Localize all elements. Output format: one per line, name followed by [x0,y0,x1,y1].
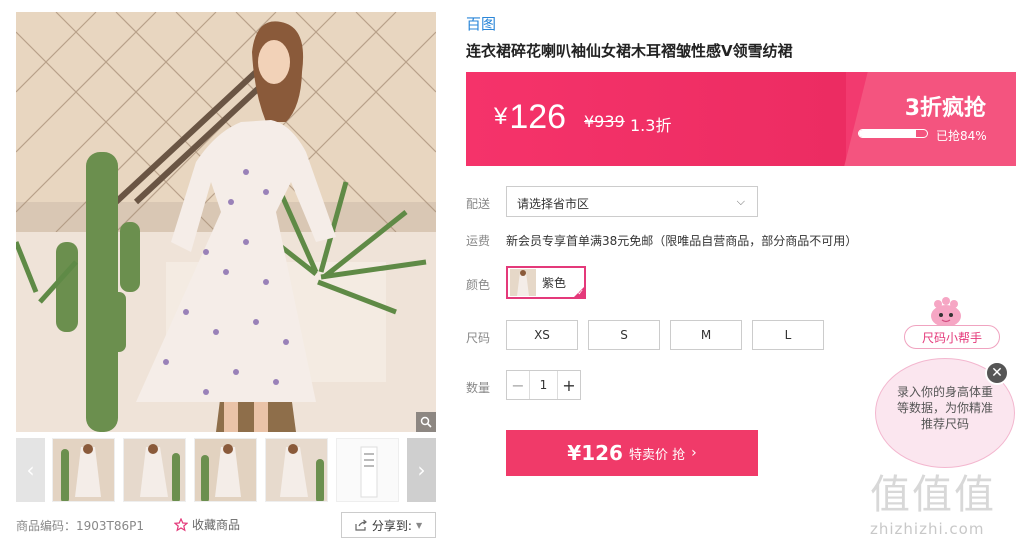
chevron-down-icon: ▼ [415,520,423,530]
share-icon [355,519,367,531]
current-price-value: 126 [509,98,567,136]
sold-percent-text: 已抢84% [936,129,987,143]
shipping-info: 新会员专享首单满38元免邮（限唯品自营商品，部分商品不可用） [506,234,858,248]
product-main-image[interactable] [16,12,436,432]
share-label: 分享到: [371,518,412,533]
color-label: 颜色 [466,278,491,292]
magnifier-icon [420,416,432,428]
thumbnail-image [337,439,398,501]
original-price: ¥939 [584,112,625,131]
quantity-stepper: − 1 + [506,370,581,400]
thumbnail-5[interactable] [336,438,399,502]
thumbnail-2[interactable] [123,438,186,502]
sold-progress-fill [859,130,917,137]
favorite-button[interactable]: 收藏商品 [174,516,240,533]
chevron-down-icon: ⌵ [736,195,745,208]
site-watermark: 值值值 zhizhizhi.com [870,462,1020,546]
size-option-s[interactable]: S [588,320,660,350]
zoom-button[interactable] [416,412,436,432]
close-icon[interactable]: ✕ [985,361,1009,385]
currency-symbol: ¥ [494,103,508,130]
region-select-value: 请选择省市区 [517,197,590,211]
chevron-right-icon: › [417,458,426,482]
brand-link[interactable]: 百图 [466,13,496,34]
region-select[interactable]: 请选择省市区 ⌵ [506,186,758,217]
dress-photo [16,12,436,432]
buy-label: 特卖价 抢 [628,447,686,463]
thumbnail-image [124,439,185,501]
product-meta-bar: 商品编码：1903T86P1 收藏商品 分享到: ▼ [16,512,436,538]
color-option-purple[interactable]: 紫色 ✓ [506,266,586,299]
thumbnail-4[interactable] [265,438,328,502]
delivery-label: 配送 [466,197,491,211]
check-icon: ✓ [577,288,584,297]
thumb-next-button[interactable]: › [407,438,436,502]
price-banner: ¥126 ¥939 1.3折 3折疯抢 已抢84% [466,72,1016,166]
current-price: ¥126 [494,98,566,137]
thumbnail-image [266,439,327,501]
thumbnail-image [53,439,114,501]
thumbnail-strip: ‹ › [16,438,436,502]
quantity-label: 数量 [466,381,491,395]
favorite-label: 收藏商品 [192,518,241,532]
size-option-xs[interactable]: XS [506,320,578,350]
size-label: 尺码 [466,331,491,345]
flash-sale-title: 3折疯抢 [904,96,986,121]
quantity-decrease-button[interactable]: − [507,371,529,399]
chevron-right-icon: › [691,445,697,461]
thumbnail-3[interactable] [194,438,257,502]
discount-rate: 1.3折 [630,116,672,135]
thumbnail-1[interactable] [52,438,115,502]
thumb-prev-button[interactable]: ‹ [16,438,45,502]
quantity-input[interactable]: 1 [529,371,558,399]
color-swatch-image [510,269,536,296]
product-title: 连衣裙碎花喇叭袖仙女裙木耳褶皱性感V领雪纺裙 [466,42,793,60]
color-option-label: 紫色 [542,276,567,290]
share-dropdown[interactable]: 分享到: ▼ [341,512,436,538]
watermark-logo: 值值值 [870,472,996,518]
sold-progress-bar [858,129,928,138]
mascot-icon [931,297,961,327]
thumbnail-image [195,439,256,501]
watermark-url: zhizhizhi.com [870,520,985,538]
size-helper-tag[interactable]: 尺码小帮手 [904,325,1000,349]
size-option-m[interactable]: M [670,320,742,350]
buy-now-button[interactable]: ¥126 特卖价 抢 › [506,430,758,476]
size-helper-text: 录入你的身高体重等数据，为你精准推荐尺码 [896,385,993,431]
star-icon [174,517,188,532]
quantity-increase-button[interactable]: + [558,371,580,399]
buy-price: ¥126 [567,441,623,465]
sku-code: 商品编码：1903T86P1 [16,519,145,533]
chevron-left-icon: ‹ [26,458,35,482]
size-option-l[interactable]: L [752,320,824,350]
shipping-label: 运费 [466,234,491,248]
swatch-thumbnail [510,269,536,296]
